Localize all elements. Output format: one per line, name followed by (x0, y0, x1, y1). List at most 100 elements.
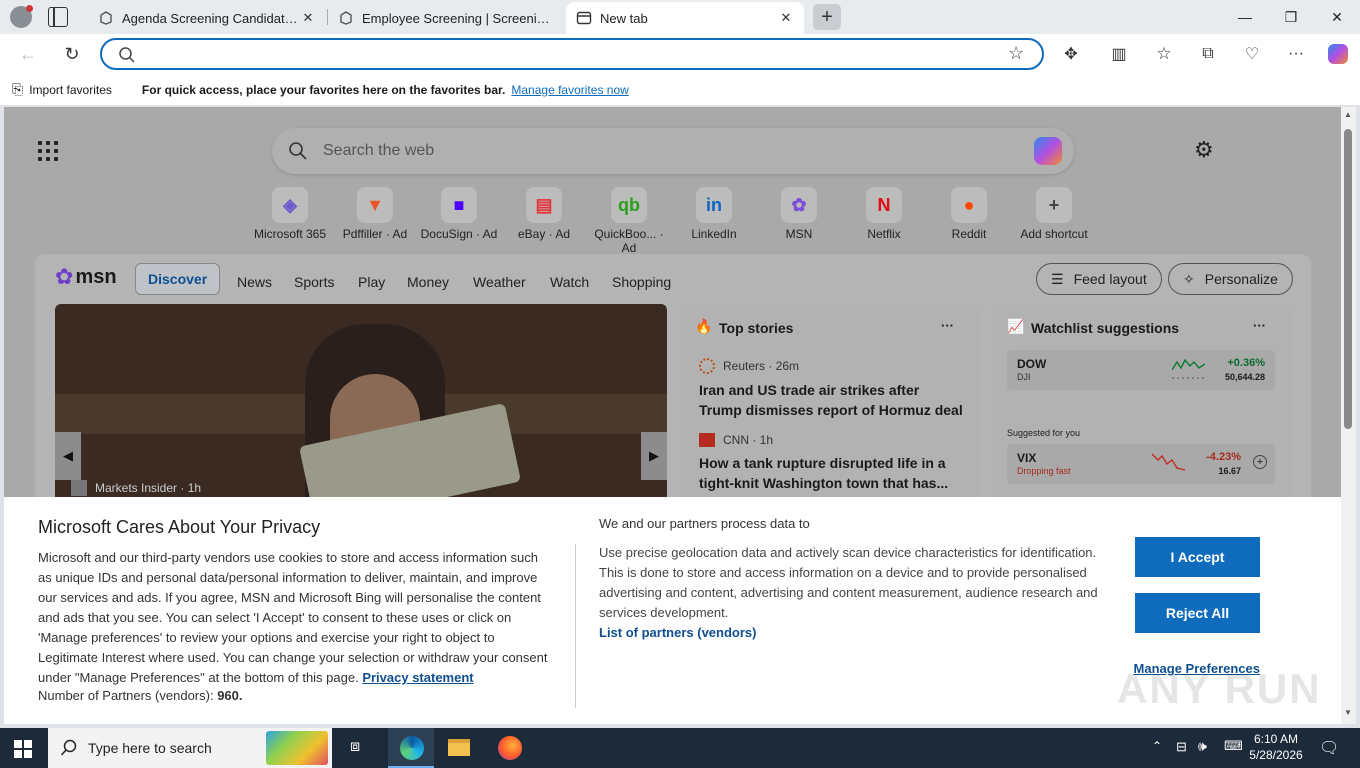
nav-sports[interactable]: Sports (294, 274, 334, 290)
watchlist-row-dow[interactable]: DOW DJI +0.36% 50,644.28 (1007, 350, 1275, 390)
shortcut-label: MSN (785, 227, 813, 241)
personalize-button[interactable]: ✧ Personalize (1168, 263, 1293, 295)
back-button[interactable]: ← (12, 38, 44, 70)
shortcut-tile[interactable]: N Netflix (842, 187, 926, 241)
edge-taskbar-icon[interactable] (388, 728, 434, 768)
search-icon (119, 47, 135, 63)
story-headline: Iran and US trade air strikes after Trum… (699, 382, 963, 418)
shortcut-label: Pdffiller · Ad (342, 227, 408, 241)
watchlist-row-vix[interactable]: VIX Dropping fast -4.23% 16.67 + (1007, 444, 1275, 484)
privacy-body: Microsoft and our third-party vendors us… (38, 550, 548, 685)
partners-list-link[interactable]: List of partners (vendors) (599, 625, 756, 640)
hero-card[interactable]: ◀ ▶ Markets Insider · 1h (55, 304, 667, 504)
tab-close-icon[interactable]: ✕ (778, 10, 794, 26)
privacy-statement-link[interactable]: Privacy statement (362, 670, 473, 685)
profile-avatar[interactable] (10, 5, 33, 28)
more-options-icon[interactable]: ··· (941, 318, 954, 333)
refresh-button[interactable]: ↻ (56, 38, 88, 70)
import-favorites-icon[interactable]: ⎘ (12, 81, 23, 98)
tab-employee-screening[interactable]: Employee Screening | Screening S (328, 2, 564, 34)
ticker-sub: Dropping fast (1017, 466, 1071, 476)
add-to-watchlist-icon[interactable]: + (1253, 455, 1267, 469)
shortcut-tile[interactable]: ▤ eBay · Ad (502, 187, 586, 241)
clock[interactable]: 6:10 AM 5/28/2026 (1243, 731, 1309, 763)
restore-button[interactable]: ❐ (1268, 0, 1314, 34)
taskbar-search-box[interactable]: Type here to search (48, 728, 332, 768)
volume-icon[interactable]: 🕪 (1198, 738, 1207, 755)
nav-discover[interactable]: Discover (135, 263, 221, 295)
address-bar[interactable]: ☆ (100, 38, 1044, 70)
shortcut-label: Add shortcut (1020, 227, 1088, 241)
processing-title: We and our partners process data to (599, 516, 810, 531)
favorites-icon[interactable]: ☆ (1148, 38, 1180, 70)
carousel-prev-button[interactable]: ◀ (55, 432, 81, 480)
tab-new-tab[interactable]: New tab ✕ (566, 2, 804, 34)
extensions-icon[interactable]: ✥ (1055, 38, 1087, 70)
firefox-icon[interactable] (498, 736, 522, 760)
shortcut-tile[interactable]: ✿ MSN (757, 187, 841, 241)
shortcut-tile[interactable]: + Add shortcut (1012, 187, 1096, 241)
page-scrollbar[interactable]: ▲ ▼ (1341, 107, 1356, 724)
task-view-icon[interactable]: ⧈ (350, 738, 360, 756)
notifications-icon[interactable]: 🗨 (1319, 738, 1339, 758)
web-search-box[interactable]: Search the web (272, 128, 1074, 174)
shortcut-tile[interactable]: qb QuickBoo... · Ad (587, 187, 671, 255)
new-tab-button[interactable]: + (813, 4, 841, 30)
shortcut-tile[interactable]: in LinkedIn (672, 187, 756, 241)
manage-favorites-link[interactable]: Manage favorites now (511, 83, 628, 97)
watchlist-card: 📈 Watchlist suggestions ··· DOW DJI +0.3… (991, 304, 1291, 504)
nav-money[interactable]: Money (407, 274, 449, 290)
web-search-placeholder: Search the web (323, 142, 435, 159)
tab-actions-button[interactable] (48, 7, 68, 27)
tab-agenda-screening[interactable]: Agenda Screening Candidate Hub ✕ (88, 2, 326, 34)
scrollbar-thumb[interactable] (1344, 129, 1352, 429)
more-options-icon[interactable]: ··· (1253, 318, 1266, 333)
page-icon (340, 11, 352, 25)
taskbar-search-placeholder: Type here to search (88, 740, 212, 756)
tab-close-icon[interactable]: ✕ (300, 10, 316, 26)
network-icon[interactable]: ⊟ (1176, 739, 1187, 755)
feed-layout-button[interactable]: ☰ Feed layout (1036, 263, 1162, 295)
accept-button[interactable]: I Accept (1135, 537, 1260, 577)
shortcut-tile[interactable]: ● Reddit (927, 187, 1011, 241)
address-input[interactable] (148, 43, 968, 65)
anyrun-watermark: ANY RUN (1117, 665, 1322, 712)
privacy-title: Microsoft Cares About Your Privacy (38, 517, 321, 537)
nav-play[interactable]: Play (358, 274, 385, 290)
file-explorer-icon[interactable] (448, 739, 470, 756)
nav-weather[interactable]: Weather (473, 274, 526, 290)
scroll-up-arrow[interactable]: ▲ (1344, 110, 1352, 119)
collections-icon[interactable]: ⧉ (1192, 38, 1224, 70)
split-screen-icon[interactable]: ▥ (1103, 38, 1135, 70)
apps-launcher-icon[interactable] (38, 141, 58, 161)
carousel-next-button[interactable]: ▶ (641, 432, 667, 480)
story-item[interactable]: Reuters · 26m Iran and US trade air stri… (699, 358, 964, 420)
privacy-body-block: Microsoft and our third-party vendors us… (38, 548, 550, 688)
nav-shopping[interactable]: Shopping (612, 274, 671, 290)
show-hidden-icons[interactable]: ⌃ (1152, 739, 1162, 753)
copilot-icon[interactable] (1322, 38, 1354, 70)
ticker-sub: DJI (1017, 372, 1031, 382)
scroll-down-arrow[interactable]: ▼ (1344, 708, 1352, 717)
story-item[interactable]: CNN · 1h How a tank rupture disrupted li… (699, 433, 964, 493)
close-window-button[interactable]: ✕ (1314, 0, 1360, 34)
more-menu-icon[interactable]: ··· (1280, 38, 1312, 70)
nav-discover-label: Discover (148, 271, 208, 287)
shortcut-tile[interactable]: ◈ Microsoft 365 (248, 187, 332, 241)
browser-essentials-icon[interactable]: ♡ (1236, 38, 1268, 70)
start-button[interactable] (14, 740, 32, 758)
hero-source-text: Markets Insider · 1h (95, 481, 202, 495)
import-favorites-button[interactable]: Import favorites (29, 83, 112, 97)
copilot-icon[interactable] (1034, 137, 1062, 165)
shortcut-tile[interactable]: ▼ Pdffiller · Ad (333, 187, 417, 241)
ticker-symbol: DOW (1017, 357, 1047, 371)
nav-news[interactable]: News (237, 274, 272, 290)
reject-all-button[interactable]: Reject All (1135, 593, 1260, 633)
favorite-star-icon[interactable]: ☆ (1008, 43, 1024, 64)
minimize-button[interactable]: — (1222, 0, 1268, 34)
shortcut-tile[interactable]: ■ DocuSign · Ad (417, 187, 501, 241)
input-indicator-icon[interactable]: ⌨ (1224, 738, 1243, 754)
settings-gear-icon[interactable]: ⚙ (1194, 137, 1214, 163)
msn-logo[interactable]: ✿ msn (55, 264, 117, 290)
nav-watch[interactable]: Watch (550, 274, 589, 290)
